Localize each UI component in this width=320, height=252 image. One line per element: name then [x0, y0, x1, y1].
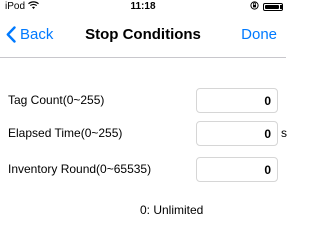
elapsed-time-input[interactable]	[196, 121, 278, 146]
status-bar: iPod 11:18	[0, 0, 286, 14]
done-button[interactable]: Done	[241, 26, 277, 43]
elapsed-time-label: Elapsed Time(0~255)	[8, 126, 123, 140]
unlimited-hint: 0: Unlimited	[140, 203, 204, 217]
status-right	[250, 1, 283, 13]
tag-count-label: Tag Count(0~255)	[8, 93, 105, 107]
inventory-round-label: Inventory Round(0~65535)	[8, 162, 152, 176]
inventory-round-input[interactable]	[196, 157, 278, 182]
tag-count-row: Tag Count(0~255)	[0, 88, 286, 114]
elapsed-time-row: Elapsed Time(0~255) s	[0, 121, 287, 147]
battery-icon	[263, 3, 283, 11]
tag-count-input[interactable]	[196, 88, 278, 113]
status-time: 11:18	[130, 1, 156, 12]
orientation-lock-icon	[250, 1, 259, 13]
navigation-bar: Back Stop Conditions Done	[0, 14, 286, 58]
elapsed-time-unit: s	[281, 126, 287, 140]
inventory-round-row: Inventory Round(0~65535)	[0, 157, 286, 183]
battery-fill	[265, 5, 279, 9]
